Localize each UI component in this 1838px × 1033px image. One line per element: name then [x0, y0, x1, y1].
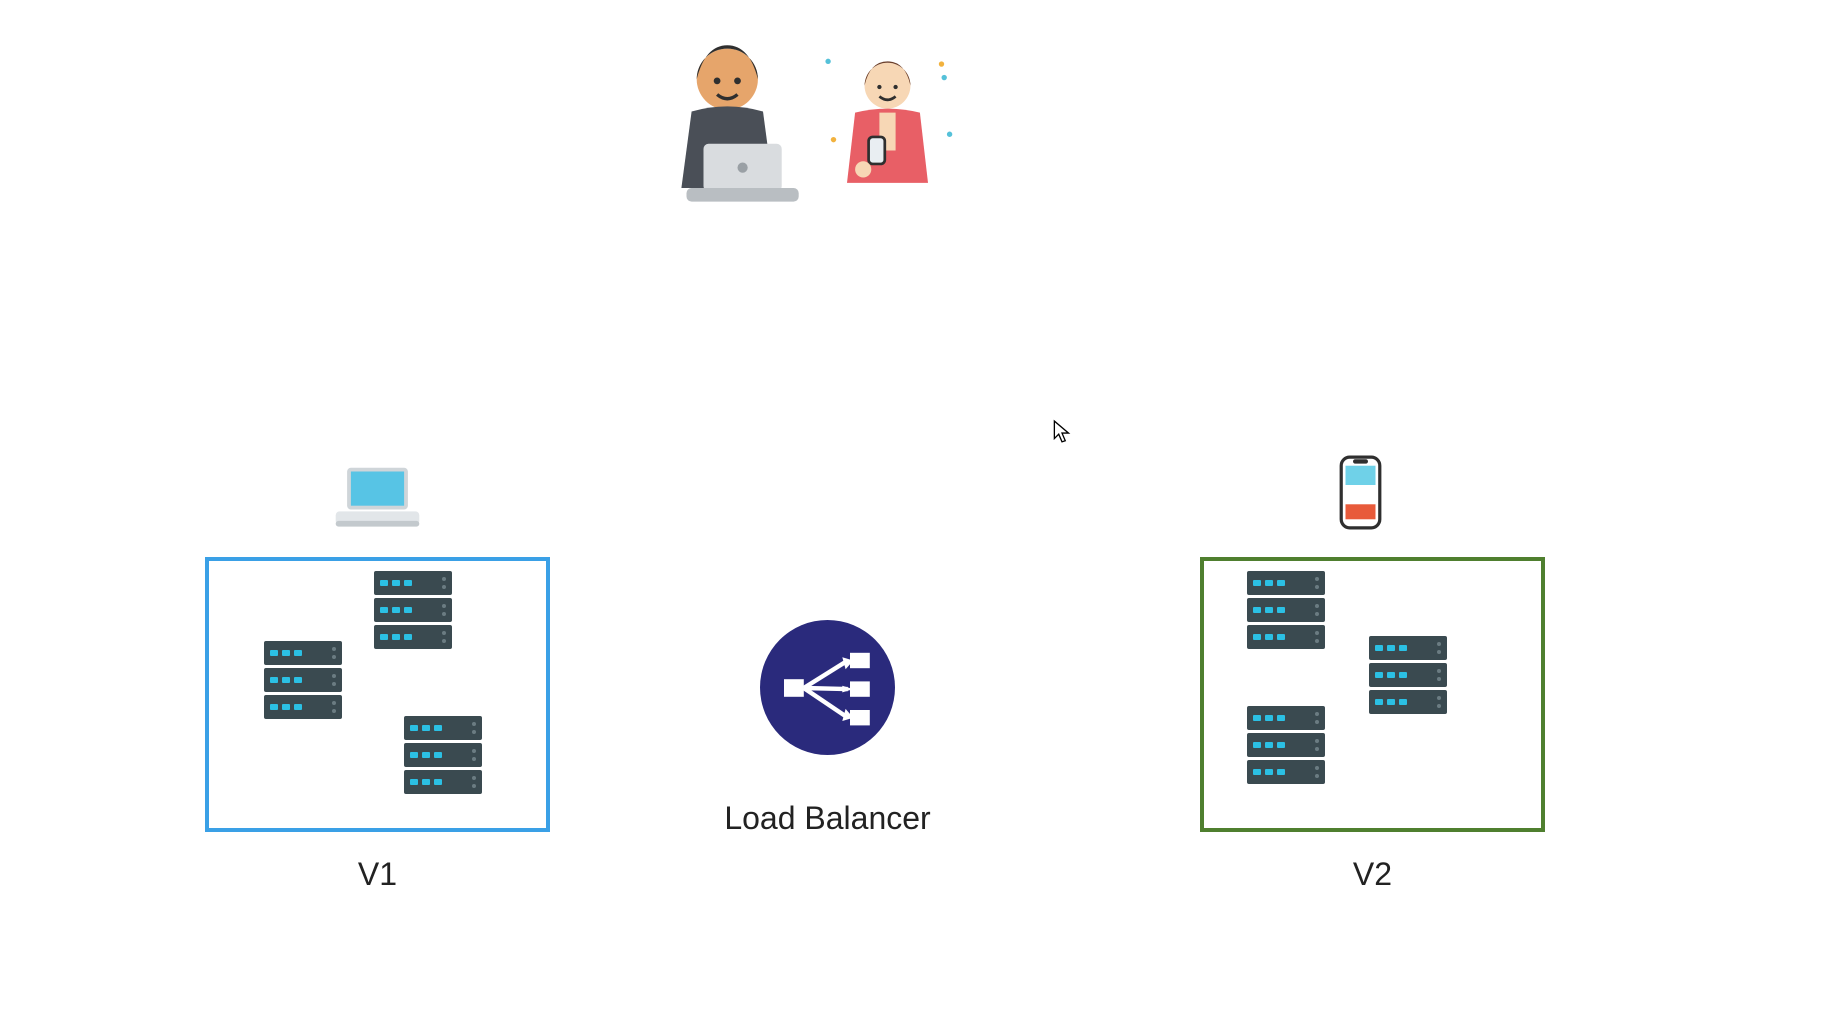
server-icon — [264, 641, 342, 719]
end-users-group — [650, 35, 960, 205]
cluster-v1: V1 — [205, 557, 550, 832]
server-icon — [374, 571, 452, 649]
server-icon — [404, 716, 482, 794]
load-balancer-icon — [760, 620, 895, 755]
user-with-laptop-icon — [650, 35, 825, 205]
server-icon — [1369, 636, 1447, 714]
server-icon — [1247, 571, 1325, 649]
server-icon — [1247, 706, 1325, 784]
cluster-v2: V2 — [1200, 557, 1545, 832]
cluster-v2-label: V2 — [1204, 856, 1541, 893]
phone-icon — [1338, 455, 1383, 530]
load-balancer-label: Load Balancer — [660, 800, 995, 837]
laptop-icon — [330, 460, 425, 540]
cluster-v1-label: V1 — [209, 856, 546, 893]
user-with-phone-icon — [820, 50, 955, 205]
diagram-canvas: V1 V2 Load Balancer — [0, 0, 1838, 1033]
mouse-cursor-icon — [1053, 420, 1071, 444]
